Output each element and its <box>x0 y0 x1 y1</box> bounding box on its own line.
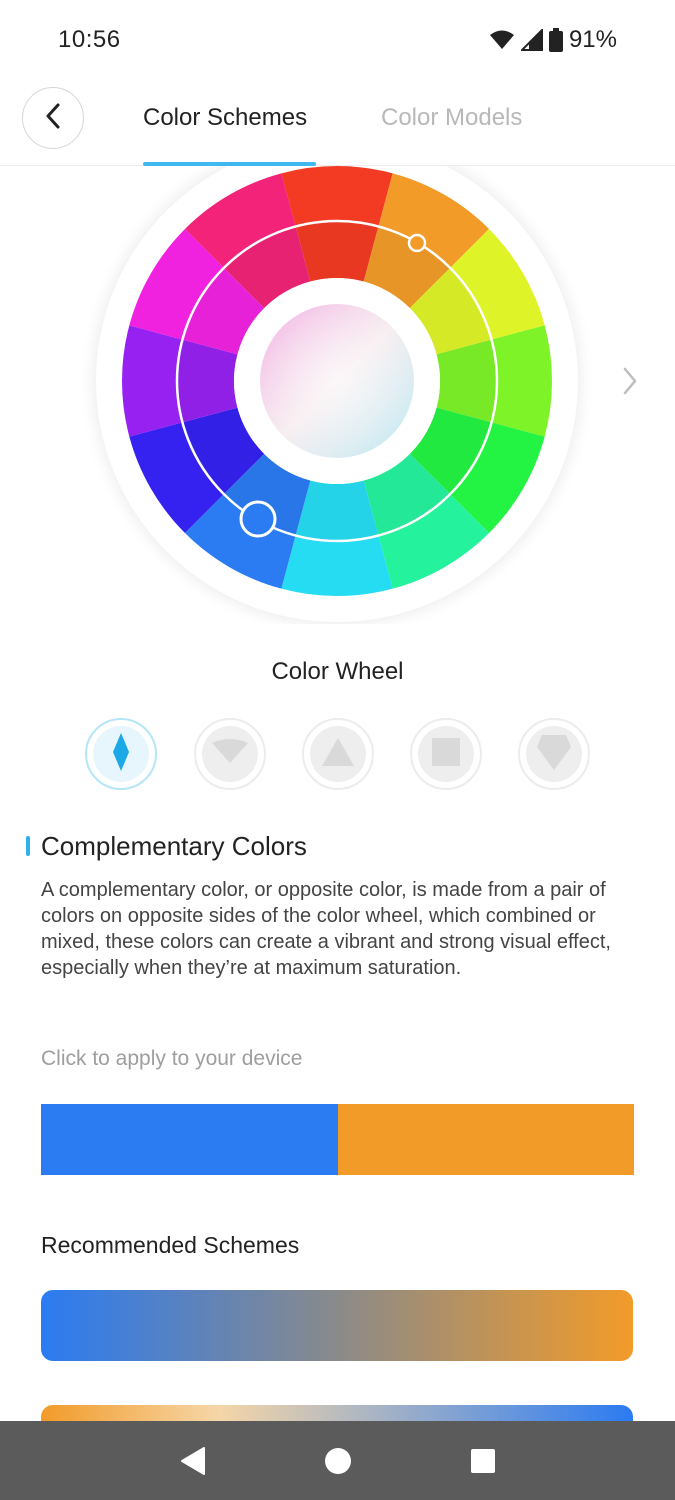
chevron-left-icon <box>45 103 61 134</box>
battery-icon <box>548 28 563 52</box>
pentagon-icon <box>536 733 572 776</box>
wheel-caption: Color Wheel <box>271 658 404 685</box>
chevron-right-icon[interactable] <box>620 366 640 401</box>
wheel-segment-outer-6[interactable] <box>281 535 393 596</box>
nav-recents-icon[interactable] <box>463 1441 503 1481</box>
scheme-type-selector <box>0 718 675 790</box>
status-bar: 10:56 91% <box>0 0 675 84</box>
color-swatch-secondary[interactable] <box>337 1104 634 1175</box>
color-swatch-primary[interactable] <box>41 1104 338 1175</box>
tab-color-schemes[interactable]: Color Schemes <box>143 104 307 132</box>
section-title-marker <box>26 836 30 856</box>
tab-color-models[interactable]: Color Models <box>381 104 522 132</box>
scheme-type-pentagon[interactable] <box>518 718 590 790</box>
wheel-segment-outer-0[interactable] <box>281 166 393 227</box>
triadic-icon <box>320 736 356 773</box>
scheme-type-triadic[interactable] <box>302 718 374 790</box>
apply-color-bar[interactable] <box>41 1104 634 1175</box>
complementary-icon <box>111 732 131 777</box>
apply-hint: Click to apply to your device <box>41 1047 303 1070</box>
header: Color Schemes Color Models <box>0 84 675 166</box>
nav-home-icon[interactable] <box>318 1441 358 1481</box>
scheme-type-square[interactable] <box>410 718 482 790</box>
selector-handle-secondary <box>407 233 427 253</box>
wheel-center-glow <box>260 304 414 458</box>
color-wheel-area <box>70 166 610 624</box>
wifi-icon <box>489 30 515 50</box>
wheel-segment-inner-9[interactable] <box>177 339 238 423</box>
battery-percent: 91% <box>568 26 617 53</box>
wheel-segment-inner-3[interactable] <box>436 339 497 423</box>
wheel-segment-outer-3[interactable] <box>491 325 552 437</box>
scheme-type-split-complementary[interactable] <box>194 718 266 790</box>
selector-handle-primary <box>239 500 277 538</box>
wheel-segment-inner-6[interactable] <box>295 480 379 541</box>
system-nav-bar <box>0 1421 675 1500</box>
status-time: 10:56 <box>58 26 121 53</box>
wheel-segment-outer-9[interactable] <box>121 325 183 437</box>
back-button[interactable] <box>22 87 84 149</box>
nav-back-icon[interactable] <box>173 1441 213 1481</box>
color-wheel[interactable] <box>70 166 610 624</box>
scheme-type-complementary[interactable] <box>85 718 157 790</box>
square-icon <box>431 737 461 772</box>
cell-signal-icon <box>520 29 543 51</box>
status-icons: 91% <box>489 26 617 54</box>
split-complementary-icon <box>210 737 250 772</box>
recommended-title: Recommended Schemes <box>41 1232 300 1258</box>
recommended-scheme-1[interactable] <box>41 1290 633 1361</box>
scheme-description: A complementary color, or opposite color… <box>41 879 611 979</box>
scheme-title: Complementary Colors <box>41 831 307 861</box>
wheel-segment-inner-0[interactable] <box>295 221 379 282</box>
